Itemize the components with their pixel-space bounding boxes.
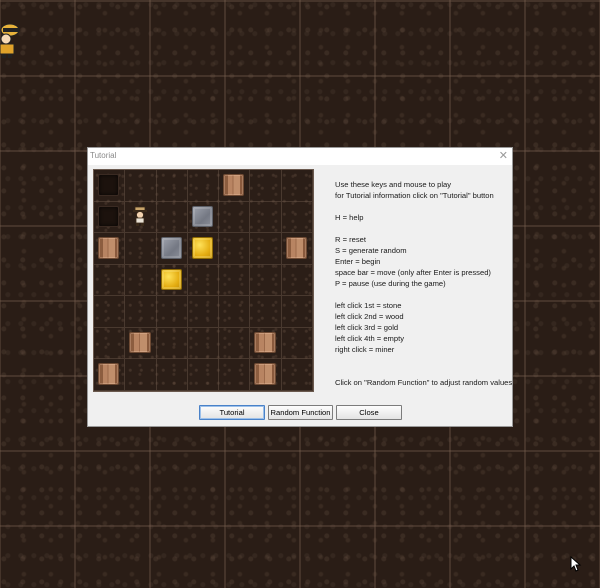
wood-block	[98, 237, 120, 259]
help-line: H = help	[335, 213, 364, 222]
board-cell[interactable]	[219, 170, 251, 202]
help-line: Enter = begin	[335, 257, 381, 266]
board-cell[interactable]	[125, 201, 157, 234]
wood-block	[223, 174, 245, 196]
random-function-button[interactable]: Random Function	[268, 405, 333, 420]
board-cell[interactable]	[94, 359, 126, 391]
board-cell[interactable]	[94, 170, 126, 202]
board-cell[interactable]	[156, 233, 188, 265]
help-line	[335, 355, 510, 366]
wood-block	[254, 363, 276, 385]
help-line: left click 2nd = wood	[335, 312, 404, 321]
gold-block	[191, 237, 214, 259]
board-cell[interactable]	[219, 327, 251, 360]
help-line	[335, 201, 510, 212]
board-cell[interactable]	[219, 296, 251, 328]
stone-block	[160, 237, 182, 259]
help-line: left click 3rd = gold	[335, 323, 399, 332]
board-cell[interactable]	[187, 264, 220, 297]
board-cell[interactable]	[187, 170, 220, 202]
board-cell[interactable]	[125, 359, 157, 391]
miner-sprite	[133, 206, 148, 226]
tutorial-button[interactable]: Tutorial	[199, 405, 265, 420]
board-cell[interactable]	[156, 201, 188, 234]
dialog-titlebar[interactable]: Tutorial ✕	[88, 148, 512, 165]
help-line	[335, 223, 510, 234]
board-cell[interactable]	[94, 327, 126, 360]
board-cell[interactable]	[219, 359, 251, 391]
help-line: Click on "Random Function" to adjust ran…	[335, 378, 513, 387]
help-line	[335, 289, 510, 300]
help-line	[335, 366, 510, 377]
board-cell[interactable]	[250, 359, 282, 391]
help-line: for Tutorial information click on "Tutor…	[335, 191, 494, 200]
board-cell[interactable]	[156, 264, 188, 297]
board-cell[interactable]	[250, 233, 282, 265]
board-cell[interactable]	[187, 233, 220, 265]
board-cell[interactable]	[219, 264, 251, 297]
help-line: R = reset	[335, 235, 367, 244]
board-cell[interactable]	[125, 296, 157, 328]
board-cell[interactable]	[281, 264, 313, 297]
wood-block	[129, 331, 151, 354]
board-cell[interactable]	[250, 296, 282, 328]
board-cell[interactable]	[281, 201, 313, 234]
wood-block	[98, 363, 120, 385]
help-line: left click 4th = empty	[335, 334, 405, 343]
gold-block	[160, 268, 182, 291]
board-cell[interactable]	[281, 327, 313, 360]
board-cell[interactable]	[281, 233, 313, 265]
dark-tile	[98, 174, 120, 196]
board-cell[interactable]	[281, 170, 313, 202]
board-cell[interactable]	[219, 233, 251, 265]
preview-board[interactable]	[93, 169, 314, 392]
dark-tile	[98, 205, 120, 228]
help-line: Use these keys and mouse to play	[335, 180, 452, 189]
tutorial-dialog: Tutorial ✕ Use these keys and mouse to p…	[87, 147, 513, 427]
help-line: left click 1st = stone	[335, 301, 402, 310]
wood-block	[285, 237, 307, 259]
board-cell[interactable]	[156, 296, 188, 328]
help-line: right click = miner	[335, 345, 395, 354]
board-cell[interactable]	[94, 201, 126, 234]
help-line: P = pause (use during the game)	[335, 279, 446, 288]
board-cell[interactable]	[250, 170, 282, 202]
board-cell[interactable]	[281, 296, 313, 328]
close-icon[interactable]: ✕	[499, 149, 508, 163]
stone-block	[191, 205, 214, 228]
close-button[interactable]: Close	[336, 405, 402, 420]
help-instructions: Use these keys and mouse to play for Tuto…	[335, 179, 513, 388]
board-cell[interactable]	[156, 170, 188, 202]
board-cell[interactable]	[125, 233, 157, 265]
board-cell[interactable]	[94, 233, 126, 265]
board-cell[interactable]	[250, 327, 282, 360]
miner-icon	[0, 23, 20, 58]
dialog-title: Tutorial	[90, 151, 117, 160]
board-cell[interactable]	[250, 264, 282, 297]
board-cell[interactable]	[219, 201, 251, 234]
wood-block	[254, 331, 276, 354]
help-line: S = generate random	[335, 246, 407, 255]
mouse-pointer-icon	[570, 556, 582, 572]
board-cell[interactable]	[125, 264, 157, 297]
board-cell[interactable]	[187, 201, 220, 234]
board-cell[interactable]	[94, 264, 126, 297]
board-cell[interactable]	[125, 170, 157, 202]
board-cell[interactable]	[94, 296, 126, 328]
board-cell[interactable]	[250, 201, 282, 234]
help-line: space bar = move (only after Enter is pr…	[335, 268, 491, 277]
board-cell[interactable]	[125, 327, 157, 360]
board-cell[interactable]	[187, 327, 220, 360]
board-cell[interactable]	[187, 359, 220, 391]
board-cell[interactable]	[281, 359, 313, 391]
board-cell[interactable]	[156, 327, 188, 360]
board-cell[interactable]	[156, 359, 188, 391]
board-cell[interactable]	[187, 296, 220, 328]
